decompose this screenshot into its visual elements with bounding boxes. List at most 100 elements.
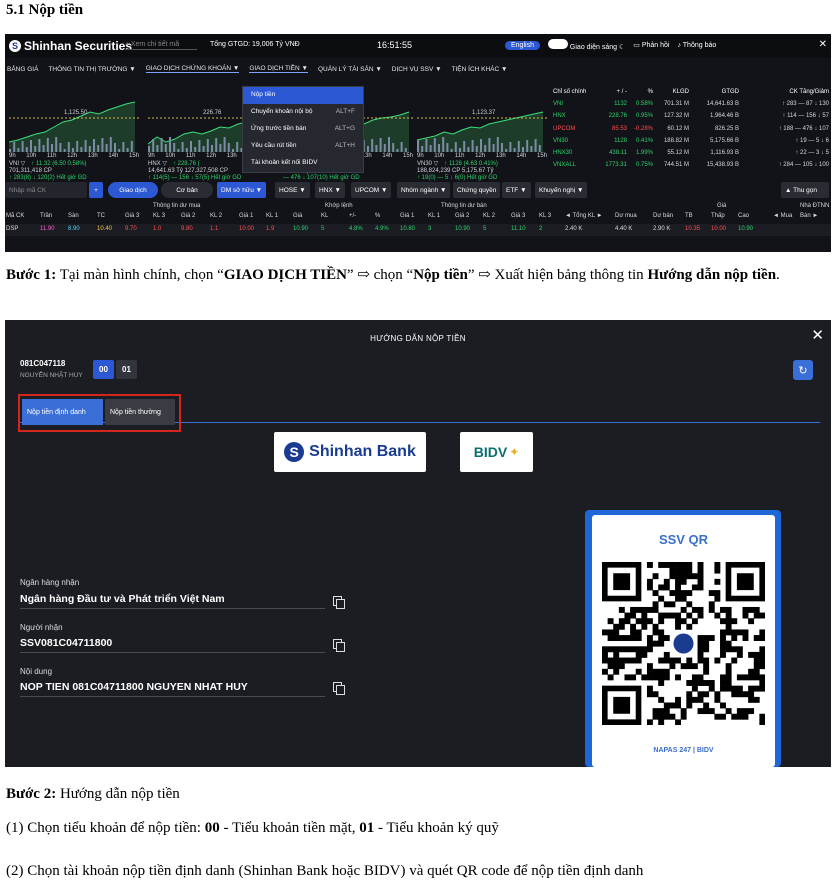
refresh-icon[interactable]: ↻ (793, 360, 813, 380)
notification-link[interactable]: ♪ Thông báo (677, 42, 716, 49)
qr-module (759, 680, 765, 686)
table-header-cell[interactable]: Sàn (68, 213, 79, 219)
filter-chip[interactable]: ETF ▼ (502, 182, 531, 198)
table-header-cell[interactable]: Dư mua (615, 213, 637, 219)
menu-item[interactable]: GIAO DỊCH CHỨNG KHOÁN ▼ (145, 65, 240, 73)
time-tick: 15h (128, 153, 139, 159)
qr-module (607, 618, 614, 625)
table-header-cell[interactable]: Giá 1 (239, 213, 253, 219)
filter-chip[interactable]: Nhóm ngành ▼ (397, 182, 451, 198)
filter-chip[interactable]: HOSE ▼ (275, 182, 310, 198)
table-header-cell[interactable]: Giá 3 (511, 213, 525, 219)
language-label: English (511, 41, 534, 49)
qr-module (613, 623, 620, 630)
table-header-cell[interactable]: KL 3 (539, 213, 551, 219)
table-header-cell[interactable]: % (375, 213, 380, 219)
menu-item[interactable]: TIỆN ÍCH KHÁC ▼ (452, 66, 508, 73)
table-header-cell[interactable]: ◄ Tổng KL ► (565, 213, 603, 219)
table-header-cell[interactable]: Cao (738, 213, 749, 219)
filter-chip[interactable]: HNX ▼ (315, 182, 345, 198)
menu-item[interactable]: GIAO DỊCH TIỀN ▼ (249, 65, 308, 73)
filter-chip[interactable]: UPCOM ▼ (351, 182, 392, 198)
chart-change: ↑ 1128 (4.63 0.41%) (444, 161, 498, 167)
filter-chip[interactable]: Chứng quyền (453, 182, 501, 198)
copy-icon[interactable] (333, 682, 345, 695)
dropdown-item[interactable]: Chuyển khoản nội bộ ALT+F (243, 104, 363, 121)
index-chart[interactable]: 1,125.50 9h 10h 11h 12h 13h 14h 15h VNI ▽ ↑ 11.32… (9, 82, 139, 182)
dropdown-item[interactable]: Tài khoản kết nối BIDV (243, 155, 363, 172)
tab-trading[interactable]: Giao dịch (108, 182, 158, 198)
copy-icon[interactable] (333, 639, 345, 652)
table-header-cell[interactable]: Giá 2 (455, 213, 469, 219)
index-row[interactable]: VN30 1128 0.41% 188.82 M 5,175.66 B ↑ 19 — 5 … (553, 135, 829, 147)
qr-module (658, 562, 665, 568)
volume-bar (46, 138, 49, 152)
table-header-cell[interactable]: Bán ► (800, 213, 818, 219)
volume-bar (156, 145, 159, 152)
table-header-cell[interactable]: Dư bán (653, 213, 673, 219)
receiving-bank-label: Ngân hàng nhận (20, 578, 80, 587)
shinhan-bank-button[interactable]: S Shinhan Bank (274, 432, 426, 472)
account-name: NGUYỄN NHẬT HUY (20, 372, 83, 379)
table-header-cell[interactable]: +/- (349, 213, 356, 219)
stock-search-input[interactable]: ⌕ Xem chi tiết mã (125, 41, 197, 50)
table-header-cell[interactable]: KL 1 (266, 213, 278, 219)
table-row[interactable]: DSP 11.90 8.90 10.40 9.70 1.0 9.80 1.1 10.00 1.9 1… (5, 224, 831, 236)
copy-icon[interactable] (333, 596, 345, 609)
index-row[interactable]: HNX 228.76 0.95% 127.32 M 1,964.46 B ↑ 114 — … (553, 110, 829, 122)
qr-module (725, 668, 732, 675)
index-cell: 14,641.63 B (706, 101, 739, 108)
volume-bar (67, 142, 70, 152)
menu-item[interactable]: BẢNG GIÁ (7, 66, 38, 73)
volume-bar (185, 148, 188, 152)
index-row[interactable]: VNI 1132 0.58% 701.31 M 14,641.63 B ↑ 283 — 8… (553, 98, 829, 110)
filter-chip[interactable]: Khuyến nghị ▼ (535, 182, 588, 198)
table-header-cell[interactable]: TC (97, 213, 105, 219)
menu-item[interactable]: QUẢN LÝ TÀI SẢN ▼ (318, 66, 382, 73)
volume-bar (109, 137, 112, 152)
stock-code-input[interactable]: Nhập mã CK (5, 182, 87, 198)
menu-item[interactable]: DỊCH VỤ SSV ▼ (392, 66, 442, 73)
index-row[interactable]: UPCOM 85.53 -0.28% 60.12 M 826.25 B ↑ 188 — 4… (553, 123, 829, 135)
qr-code-icon[interactable] (602, 562, 765, 725)
collapse-button[interactable]: ▲ Thu gọn (781, 182, 829, 198)
menu-item[interactable]: THÔNG TIN THỊ TRƯỜNG ▼ (48, 66, 135, 73)
bidv-bank-button[interactable]: BIDV ✦ (460, 432, 533, 472)
table-header-cell[interactable]: Thấp (711, 213, 725, 219)
index-chart[interactable]: 1,123.37 9h 10h 11h 12h 13h 14h 15h VN30 ▽ ↑ 1128… (417, 82, 547, 182)
index-row[interactable]: HNX30 438.11 1.99% 55.12 M 1,116.93 B ↑ 22 — … (553, 147, 829, 159)
theme-toggle[interactable]: Giao diện sáng ☾ (547, 39, 625, 51)
step1-bold-1: GIAO DỊCH TIỀN (223, 267, 347, 283)
feedback-link[interactable]: ▭ Phản hồi (633, 41, 669, 49)
table-header-cell[interactable]: TB (685, 213, 693, 219)
dropdown-item[interactable]: Yêu cầu rút tiền ALT+H (243, 138, 363, 155)
table-header-cell[interactable]: Giá 3 (125, 213, 139, 219)
close-icon[interactable]: ✕ (819, 39, 827, 50)
table-header-cell[interactable]: KL 2 (483, 213, 495, 219)
sub-account-01-button[interactable]: 01 (116, 360, 137, 379)
language-toggle[interactable]: English (505, 40, 540, 50)
table-header-cell[interactable]: KL (321, 213, 328, 219)
qr-module (680, 663, 687, 670)
dropdown-item[interactable]: Ứng trước tiền bán ALT+G (243, 121, 363, 138)
table-header-cell[interactable]: KL 3 (153, 213, 165, 219)
volume-bar (425, 139, 428, 152)
index-row[interactable]: VNXALL 1773.31 0.75% 744.51 M 15,438.93 B ↑ 2… (553, 159, 829, 171)
table-header-cell[interactable]: KL 2 (210, 213, 222, 219)
sub-account-00-button[interactable]: 00 (93, 360, 114, 379)
table-header-cell[interactable]: Giá 2 (181, 213, 195, 219)
filter-chip[interactable]: DM sở hữu ▼ (217, 182, 267, 198)
qr-module (624, 646, 631, 653)
table-header-cell[interactable]: Mã CK (6, 213, 24, 219)
add-stock-button[interactable]: + (89, 182, 103, 198)
table-header-cell[interactable]: Giá 1 (400, 213, 414, 219)
index-cell: 15,438.93 B (706, 162, 739, 169)
close-icon[interactable]: ✕ (811, 326, 824, 344)
table-header-cell[interactable]: KL 1 (428, 213, 440, 219)
time-tick: 12h (206, 153, 217, 159)
dropdown-item[interactable]: Nộp tiền (243, 87, 363, 104)
tab-basic[interactable]: Cơ bản (161, 182, 213, 198)
table-header-cell[interactable]: ◄ Mua (773, 213, 792, 219)
table-header-cell[interactable]: Trần (40, 213, 52, 219)
table-header-cell[interactable]: Giá (293, 213, 302, 219)
